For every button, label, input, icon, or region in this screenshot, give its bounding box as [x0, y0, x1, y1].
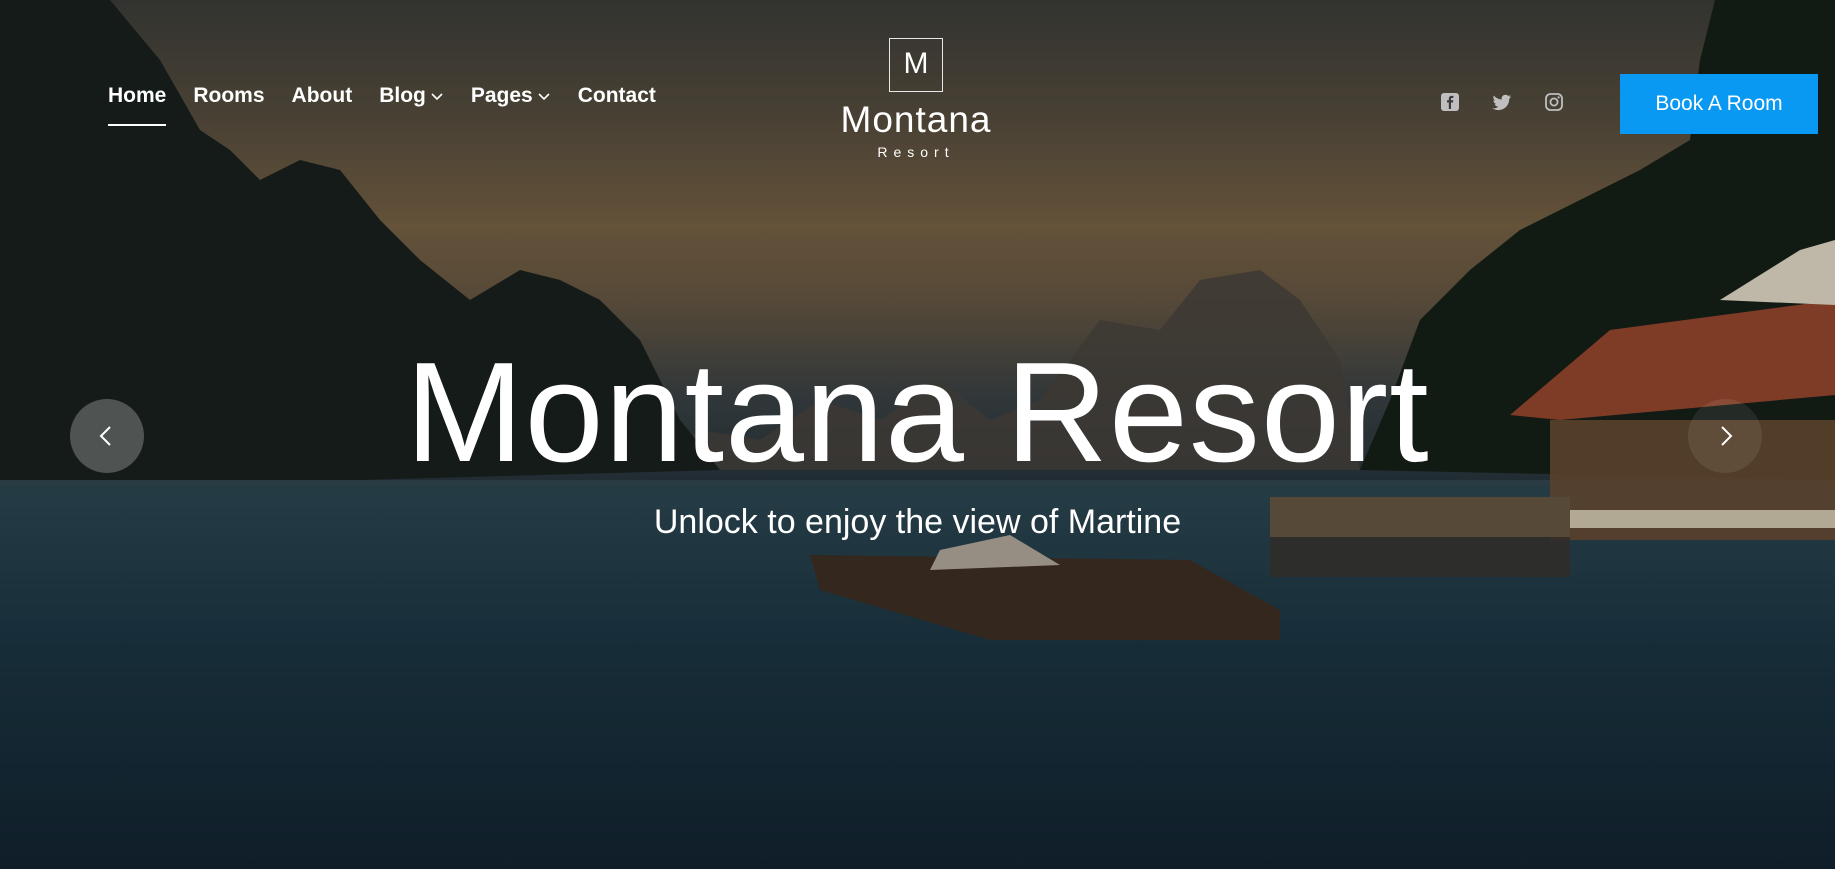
instagram-icon[interactable]: [1544, 92, 1564, 112]
nav-item-home[interactable]: Home: [108, 84, 167, 126]
hero-title: Montana Resort: [405, 333, 1430, 492]
nav-item-contact[interactable]: Contact: [578, 84, 656, 108]
slider-next-button[interactable]: [1688, 399, 1762, 473]
nav-item-label: Home: [108, 84, 167, 107]
logo-tagline: Resort: [877, 144, 955, 160]
nav-item-label: Contact: [577, 84, 656, 107]
logo-mark: M: [889, 38, 943, 92]
facebook-icon[interactable]: [1440, 92, 1460, 112]
nav-item-about[interactable]: About: [292, 84, 353, 108]
nav-item-label: Blog: [379, 84, 426, 107]
nav-item-rooms[interactable]: Rooms: [193, 84, 264, 108]
nav-item-label: Pages: [470, 84, 533, 107]
slider-prev-button[interactable]: [70, 399, 144, 473]
nav-item-blog[interactable]: Blog: [379, 84, 444, 108]
social-links: [1440, 92, 1564, 112]
chevron-right-icon: [1721, 426, 1733, 446]
chevron-down-icon: [431, 93, 443, 101]
chevron-left-icon: [99, 426, 111, 446]
hero-subtitle: Unlock to enjoy the view of Martine: [653, 503, 1182, 541]
hero-slider: Home Rooms About Blog Pages Contact M Mo…: [0, 0, 1835, 869]
chevron-down-icon: [538, 93, 550, 101]
site-logo[interactable]: M Montana Resort: [836, 38, 996, 160]
nav-item-pages[interactable]: Pages: [471, 84, 551, 108]
book-room-button[interactable]: Book A Room: [1620, 74, 1818, 134]
logo-name: Montana: [840, 99, 992, 140]
nav-item-label: About: [291, 84, 353, 107]
main-nav: Home Rooms About Blog Pages Contact: [108, 84, 656, 126]
nav-item-label: Rooms: [193, 84, 265, 107]
twitter-icon[interactable]: [1492, 92, 1512, 112]
